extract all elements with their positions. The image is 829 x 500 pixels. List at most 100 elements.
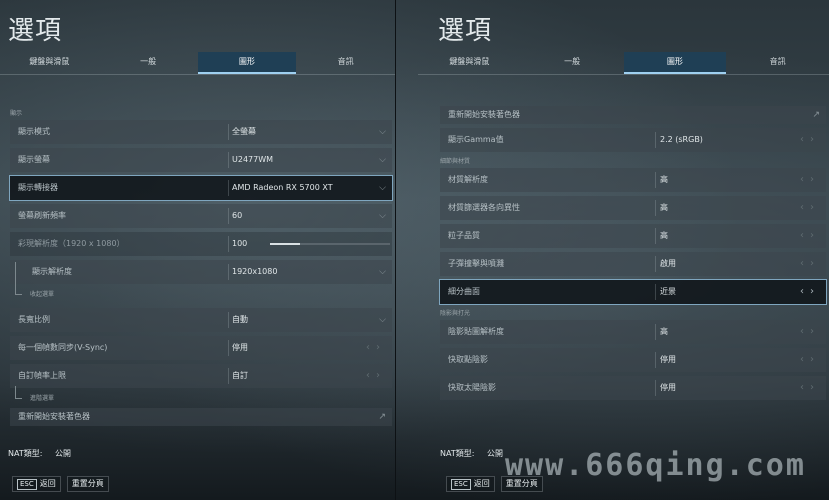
tab-audio[interactable]: 音訊: [296, 52, 395, 74]
chevron-down-icon[interactable]: ⌵: [379, 204, 386, 228]
tab-keyboard-mouse[interactable]: 鍵盤與滑鼠: [418, 52, 521, 74]
setting-anisotropic-filtering[interactable]: 材質篩選器各向異性 高 ‹›: [440, 196, 826, 220]
back-label: 返回: [473, 479, 490, 488]
setting-bullet-impacts[interactable]: 子彈撞擊與噴濺 啟用 ‹›: [440, 252, 826, 276]
back-button[interactable]: ESC 返回: [446, 476, 495, 492]
divider: [228, 312, 229, 328]
settings-list: 顯示 顯示模式 全螢幕 ⌵ 顯示螢幕 U2477WM ⌵ 顯示轉接器 AMD R…: [9, 108, 393, 430]
divider: [655, 200, 656, 216]
setting-cache-spot-shadows[interactable]: 快取點陰影 停用 ‹›: [440, 348, 826, 372]
setting-label: 每一個幀數同步(V-Sync): [18, 343, 108, 352]
setting-aspect-ratio[interactable]: 長寬比例 自動 ⌵: [10, 308, 392, 332]
arrow-left-right-icon[interactable]: ‹›: [800, 224, 820, 248]
render-resolution-slider[interactable]: [270, 243, 390, 245]
setting-restart-shader-install[interactable]: 重新開始安裝著色器 ↗: [440, 106, 826, 124]
chevron-down-icon[interactable]: ⌵: [379, 176, 386, 200]
external-link-icon[interactable]: ↗: [812, 106, 820, 124]
setting-label: 顯示模式: [18, 127, 50, 136]
arrow-left-right-icon[interactable]: ‹›: [366, 364, 386, 388]
arrow-left-right-icon[interactable]: ‹›: [800, 348, 820, 372]
back-label: 返回: [39, 479, 56, 488]
setting-shadow-map-resolution[interactable]: 陰影貼圖解析度 高 ‹›: [440, 320, 826, 344]
divider: [228, 264, 229, 280]
divider: [655, 132, 656, 148]
setting-value: 100: [232, 239, 248, 248]
setting-label: 螢幕刷新頻率: [18, 211, 66, 220]
divider: [655, 284, 656, 300]
advanced-menu-label: 進階選單: [30, 395, 55, 402]
tab-graphics[interactable]: 圖形: [623, 52, 727, 74]
setting-display-adapter[interactable]: 顯示轉接器 AMD Radeon RX 5700 XT ⌵: [9, 175, 393, 201]
arrow-left-right-icon[interactable]: ‹›: [800, 168, 820, 192]
tab-graphics[interactable]: 圖形: [197, 52, 297, 74]
setting-label: 彩現解析度（1920 x 1080）: [18, 239, 125, 248]
setting-value: 停用: [232, 343, 248, 352]
setting-tessellation[interactable]: 細分曲面 近景 ‹›: [439, 279, 827, 305]
arrow-left-right-icon[interactable]: ‹›: [800, 196, 820, 220]
divider: [655, 352, 656, 368]
tab-underline: [418, 74, 829, 75]
arrow-left-right-icon[interactable]: ‹›: [800, 280, 820, 304]
back-button[interactable]: ESC 返回: [12, 476, 61, 492]
footer-bar: ESC 返回 重置分頁: [12, 476, 109, 492]
nat-label: NAT類型:: [8, 449, 43, 458]
tab-general[interactable]: 一般: [521, 52, 624, 74]
divider: [655, 228, 656, 244]
nat-value: 公開: [486, 449, 503, 458]
chevron-down-icon[interactable]: ⌵: [379, 260, 386, 284]
arrow-left-right-icon[interactable]: ‹›: [366, 336, 386, 360]
setting-value: 2.2 (sRGB): [660, 135, 703, 144]
setting-value: 1920x1080: [232, 267, 278, 276]
setting-refresh-rate[interactable]: 螢幕刷新頻率 60 ⌵: [10, 204, 392, 228]
collapse-menu-link[interactable]: 收起選單: [10, 262, 392, 302]
arrow-left-right-icon[interactable]: ‹›: [800, 376, 820, 400]
collapse-menu-label: 收起選單: [30, 291, 55, 298]
indent-bracket: [15, 262, 22, 295]
setting-display-resolution[interactable]: 顯示解析度 1920x1080 ⌵: [10, 260, 392, 284]
setting-value: U2477WM: [232, 155, 274, 164]
setting-display-mode[interactable]: 顯示模式 全螢幕 ⌵: [10, 120, 392, 144]
divider: [228, 368, 229, 384]
setting-label: 粒子品質: [448, 231, 480, 240]
arrow-left-right-icon[interactable]: ‹›: [800, 320, 820, 344]
setting-particle-quality[interactable]: 粒子品質 高 ‹›: [440, 224, 826, 248]
setting-texture-resolution[interactable]: 材質解析度 高 ‹›: [440, 168, 826, 192]
options-panel-right: 選項 鍵盤與滑鼠 一般 圖形 音訊 重新開始安裝著色器 ↗ 顯示Gamma值 2…: [396, 0, 829, 500]
setting-label: 材質篩選器各向異性: [448, 203, 520, 212]
divider: [655, 172, 656, 188]
divider: [228, 236, 229, 252]
arrow-left-right-icon[interactable]: ‹›: [800, 252, 820, 276]
nat-label: NAT類型:: [440, 449, 475, 458]
chevron-down-icon[interactable]: ⌵: [379, 148, 386, 172]
page-title: 選項: [8, 16, 63, 46]
setting-label: 材質解析度: [448, 175, 488, 184]
setting-gamma[interactable]: 顯示Gamma值 2.2 (sRGB) ‹›: [440, 128, 826, 152]
setting-value: 高: [660, 175, 668, 184]
tab-keyboard-mouse[interactable]: 鍵盤與滑鼠: [0, 52, 99, 74]
setting-value: 自動: [232, 315, 248, 324]
setting-monitor[interactable]: 顯示螢幕 U2477WM ⌵: [10, 148, 392, 172]
tab-audio[interactable]: 音訊: [726, 52, 829, 74]
setting-cache-sun-shadows[interactable]: 快取太陽陰影 停用 ‹›: [440, 376, 826, 400]
esc-key-icon: ESC: [17, 478, 37, 490]
divider: [655, 324, 656, 340]
setting-label: 細分曲面: [448, 287, 480, 296]
setting-label: 重新開始安裝著色器: [448, 110, 520, 119]
setting-restart-shader-install[interactable]: 重新開始安裝著色器 ↗: [10, 408, 392, 426]
chevron-down-icon[interactable]: ⌵: [379, 308, 386, 332]
setting-value: 高: [660, 203, 668, 212]
setting-framerate-limit[interactable]: 自訂幀率上限 自訂 ‹›: [10, 364, 392, 388]
setting-label: 顯示轉接器: [18, 183, 58, 192]
external-link-icon[interactable]: ↗: [378, 408, 386, 426]
setting-vsync[interactable]: 每一個幀數同步(V-Sync) 停用 ‹›: [10, 336, 392, 360]
tab-general[interactable]: 一般: [99, 52, 198, 74]
setting-render-resolution[interactable]: 彩現解析度（1920 x 1080） 100: [10, 232, 392, 256]
nat-type: NAT類型: 公開: [440, 448, 513, 459]
setting-label: 自訂幀率上限: [18, 371, 66, 380]
arrow-left-right-icon[interactable]: ‹›: [800, 128, 820, 152]
reset-tab-button[interactable]: 重置分頁: [66, 476, 109, 492]
settings-list: 重新開始安裝著色器 ↗ 顯示Gamma值 2.2 (sRGB) ‹› 細節與材質…: [439, 106, 827, 404]
nat-value: 公開: [54, 449, 71, 458]
advanced-menu-link[interactable]: 進階選單: [10, 386, 392, 406]
chevron-down-icon[interactable]: ⌵: [379, 120, 386, 144]
